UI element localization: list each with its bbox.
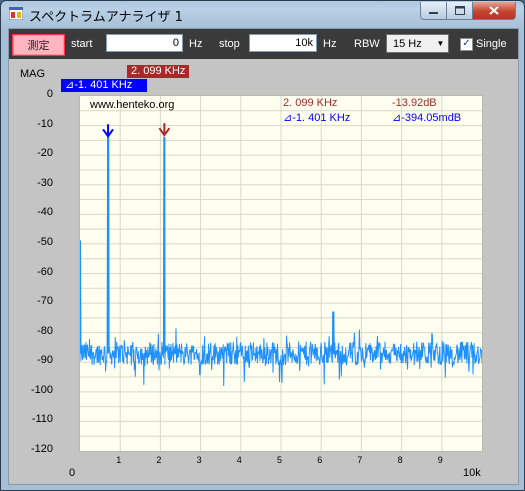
start-frequency-input[interactable]: 0 — [106, 34, 183, 52]
x-tick-label: 4 — [236, 455, 242, 465]
stop-label: stop — [219, 38, 240, 50]
y-tick-label: 0 — [46, 88, 53, 100]
y-axis-label: MAG — [20, 68, 46, 80]
y-tick-label: -110 — [31, 413, 53, 426]
minimize-button[interactable] — [420, 2, 447, 20]
title-bar[interactable]: スペクトラムアナライザ 1 — [1, 1, 524, 27]
minimize-icon — [429, 11, 438, 14]
y-tick-label: -20 — [37, 147, 53, 160]
x-tick-label: 7 — [357, 455, 363, 465]
x-tick-label: 2 — [156, 455, 162, 465]
y-tick-label: -50 — [37, 235, 53, 248]
delta-frequency: ⊿-1. 401 KHz — [283, 112, 351, 124]
stop-frequency-input[interactable]: 10k — [249, 34, 317, 52]
stop-unit-label: Hz — [323, 38, 337, 50]
spectrum-plot[interactable] — [79, 95, 483, 452]
rbw-label: RBW — [354, 38, 380, 50]
window-title: スペクトラムアナライザ 1 — [29, 10, 183, 25]
delta-level: ⊿-394.05mdB — [392, 112, 462, 124]
app-icon — [9, 7, 23, 20]
x-tick-label: 3 — [196, 455, 202, 465]
app-window: スペクトラムアナライザ 1 測定 start 0 Hz stop 10k Hz … — [0, 0, 525, 491]
maximize-icon — [454, 6, 465, 15]
watermark-text: www.henteko.org — [90, 99, 175, 111]
x-start-label: 0 — [69, 467, 76, 479]
measure-button[interactable]: 測定 — [12, 34, 65, 56]
marker2-readout: ⊿-1. 401 KHz — [61, 79, 147, 92]
marker1-frequency: 2. 099 KHz — [283, 97, 338, 109]
start-unit-label: Hz — [189, 38, 203, 50]
toolbar: 測定 start 0 Hz stop 10k Hz RBW 15 Hz ▼ ✓ … — [9, 29, 518, 59]
x-end-label: 10k — [463, 467, 481, 479]
rbw-select[interactable]: 15 Hz ▼ — [386, 34, 449, 53]
y-tick-label: -120 — [30, 443, 53, 455]
close-icon — [489, 6, 499, 15]
y-tick-label: -70 — [37, 295, 53, 308]
y-tick-label: -90 — [37, 354, 53, 367]
y-tick-label: -100 — [30, 383, 53, 396]
x-tick-label: 6 — [317, 455, 323, 465]
rbw-selected-value: 15 Hz — [393, 38, 422, 50]
y-tick-label: -80 — [37, 324, 53, 337]
x-tick-label: 5 — [277, 455, 283, 465]
single-checkbox[interactable]: ✓ — [460, 38, 473, 51]
start-label: start — [71, 38, 93, 50]
client-area: 測定 start 0 Hz stop 10k Hz RBW 15 Hz ▼ ✓ … — [8, 28, 519, 485]
spectrum-chart — [79, 96, 483, 451]
close-button[interactable] — [473, 2, 516, 20]
x-tick-label: 9 — [437, 455, 443, 465]
marker1-level: -13.92dB — [392, 97, 437, 109]
single-label: Single — [476, 38, 507, 50]
y-tick-label: -40 — [37, 206, 53, 219]
x-tick-label: 8 — [397, 455, 403, 465]
maximize-button[interactable] — [447, 2, 473, 20]
marker1-readout: 2. 099 KHz — [127, 65, 190, 78]
y-tick-label: -10 — [37, 117, 53, 130]
x-tick-label: 1 — [116, 455, 122, 465]
y-tick-label: -30 — [37, 176, 53, 189]
y-tick-label: -60 — [37, 265, 53, 278]
chevron-down-icon[interactable]: ▼ — [433, 35, 448, 52]
